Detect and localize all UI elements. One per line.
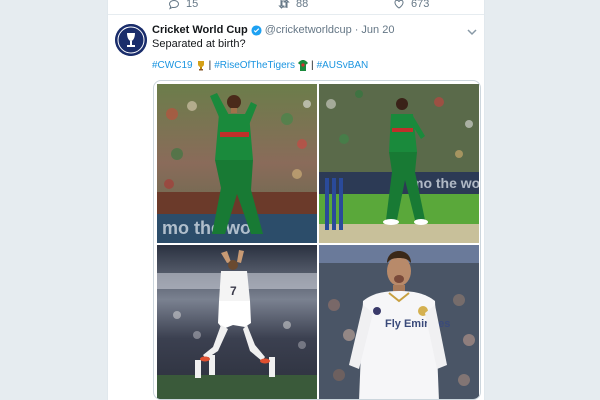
hashtag-rise-of-the-tigers[interactable]: #RiseOfTheTigers — [214, 60, 295, 71]
jersey-number: 7 — [230, 284, 237, 298]
account-handle[interactable]: @cricketworldcup — [265, 24, 352, 36]
tweet-date[interactable]: Jun 20 — [361, 24, 394, 36]
photo-bangladesh-celebration-1[interactable]: mo the wor — [157, 84, 317, 243]
page: 15 88 673 Cricket World Cup @cricketworl… — [0, 0, 600, 400]
trophy-emoji-icon — [197, 61, 204, 71]
reply-icon — [168, 0, 180, 10]
tweet-card[interactable]: 15 88 673 Cricket World Cup @cricketworl… — [107, 0, 485, 400]
hashtag-separator: | — [310, 60, 314, 71]
like-count: 673 — [411, 0, 430, 10]
hashtag-ausvban[interactable]: #AUSvBAN — [317, 60, 369, 71]
photo-real-madrid-celebration[interactable]: Fly Emirates — [319, 245, 479, 399]
media-grid[interactable]: mo the wor mo the wor 7 Fly Emirates — [153, 80, 481, 400]
photo-bangladesh-celebration-2[interactable]: mo the wor — [319, 84, 479, 243]
chevron-down-icon — [467, 29, 477, 36]
jump-photo-icon: 7 — [157, 245, 317, 399]
tweet-header: Cricket World Cup @cricketworldcup · Jun… — [152, 24, 394, 36]
photo-real-madrid-jump[interactable]: 7 — [157, 245, 317, 399]
bangladesh-jersey-emoji-icon — [297, 60, 308, 71]
celebration-photo-1-icon: mo the wor — [157, 84, 317, 243]
more-options-button[interactable] — [467, 24, 477, 42]
reply-button[interactable]: 15 — [168, 0, 198, 10]
avatar[interactable] — [115, 24, 147, 56]
cwc-logo-icon — [115, 24, 147, 56]
celebration-photo-4-icon: Fly Emirates — [319, 245, 479, 399]
tweet-actions: 15 88 673 — [108, 0, 484, 12]
banner-text: mo the wor — [162, 218, 258, 238]
hashtags-line: #CWC19 | #RiseOfTheTigers | #AUSvBAN — [152, 60, 368, 71]
separator-dot: · — [354, 24, 359, 36]
heart-icon — [394, 0, 404, 9]
hashtag-separator: | — [208, 60, 212, 71]
like-button[interactable]: 673 — [393, 0, 429, 10]
celebration-photo-2-icon: mo the wor — [319, 84, 479, 243]
retweet-button[interactable]: 88 — [278, 0, 308, 10]
retweet-count: 88 — [296, 0, 309, 10]
verified-badge-icon — [251, 24, 262, 36]
jersey-sponsor: Fly Emirates — [385, 318, 450, 330]
retweet-icon — [278, 0, 290, 9]
account-name[interactable]: Cricket World Cup — [152, 24, 248, 36]
reply-count: 15 — [186, 0, 199, 10]
divider — [108, 14, 484, 15]
banner-text-2: mo the wor — [411, 175, 479, 191]
hashtag-cwc19[interactable]: #CWC19 — [152, 60, 193, 71]
tweet-text: Separated at birth? — [152, 38, 246, 50]
